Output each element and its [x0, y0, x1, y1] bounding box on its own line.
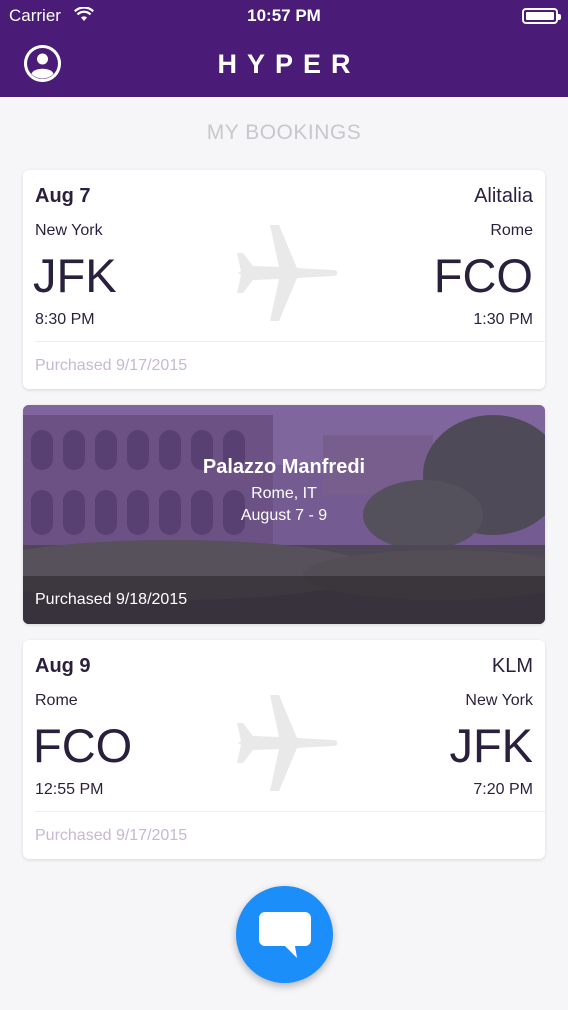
status-time: 10:57 PM: [247, 6, 321, 25]
purchased-date: Purchased 9/17/2015: [35, 357, 188, 374]
hotel-name: Palazzo Manfredi: [202, 456, 366, 478]
card-divider: [35, 811, 545, 812]
airplane-icon: [237, 225, 338, 321]
flight-date: Aug 7: [35, 185, 91, 207]
origin-code: JFK: [33, 249, 117, 302]
destination-code: FCO: [433, 249, 533, 302]
airline-name: Alitalia: [474, 185, 533, 207]
arrival-time: 7:20 PM: [473, 781, 533, 798]
chat-button[interactable]: [236, 886, 333, 983]
section-title: MY BOOKINGS: [206, 121, 362, 144]
battery-icon: [522, 8, 561, 24]
destination-city: New York: [465, 692, 533, 709]
status-bar: Carrier 10:57 PM: [0, 0, 568, 32]
destination-city: Rome: [490, 222, 533, 239]
origin-city: New York: [35, 222, 103, 239]
arrival-time: 1:30 PM: [473, 311, 533, 328]
purchased-date: Purchased 9/18/2015: [35, 591, 188, 608]
hotel-dates: August 7 - 9: [240, 507, 328, 524]
app-title: HYPER: [217, 49, 361, 79]
airplane-icon: [237, 695, 338, 791]
departure-time: 12:55 PM: [35, 781, 104, 798]
hotel-card[interactable]: Palazzo Manfredi Rome, IT August 7 - 9 P…: [23, 405, 545, 624]
origin-code: FCO: [33, 719, 133, 772]
destination-code: JFK: [449, 719, 533, 772]
card-divider: [35, 341, 545, 342]
flight-card[interactable]: Aug 7 Alitalia New York Rome JFK FCO 8:3…: [23, 170, 545, 389]
hotel-location: Rome, IT: [251, 485, 317, 502]
chat-bubble-icon: [259, 912, 311, 958]
navigation-bar: Carrier 10:57 PM HYPER: [0, 0, 568, 97]
airline-name: KLM: [491, 655, 533, 677]
purchased-date: Purchased 9/17/2015: [35, 827, 188, 844]
flight-card[interactable]: Aug 9 KLM Rome New York FCO JFK 12:55 PM…: [23, 640, 545, 859]
departure-time: 8:30 PM: [35, 311, 95, 328]
origin-city: Rome: [35, 692, 78, 709]
flight-date: Aug 9: [35, 655, 91, 677]
